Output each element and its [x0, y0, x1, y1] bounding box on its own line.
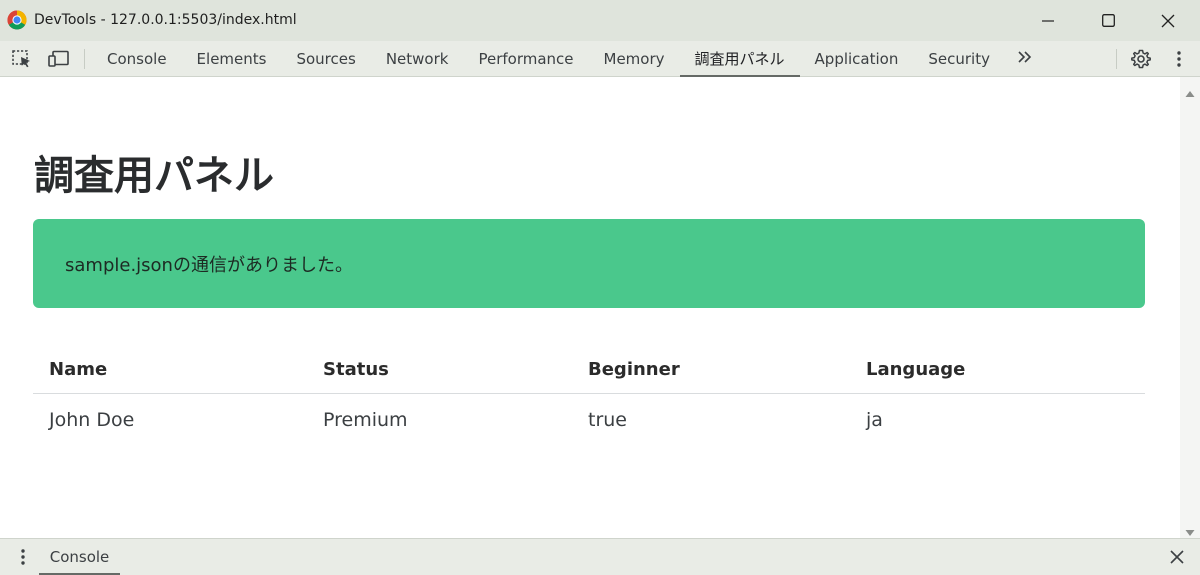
column-header-name: Name — [33, 347, 307, 394]
data-table: Name Status Beginner Language John Doe P… — [33, 347, 1145, 447]
column-header-status: Status — [307, 347, 572, 394]
page-title: 調査用パネル — [34, 153, 274, 199]
scroll-up-arrow-icon[interactable] — [1185, 83, 1195, 97]
devtools-toolbar: Console Elements Sources Network Perform… — [0, 41, 1200, 77]
close-window-button[interactable] — [1138, 0, 1198, 41]
tab-security[interactable]: Security — [913, 41, 1005, 76]
more-tabs-button[interactable] — [1011, 41, 1039, 76]
tab-sources[interactable]: Sources — [281, 41, 370, 76]
kebab-menu-icon[interactable] — [13, 547, 33, 567]
tab-performance[interactable]: Performance — [463, 41, 588, 76]
toolbar-divider — [84, 49, 85, 69]
cell-name: John Doe — [49, 409, 135, 432]
tab-elements[interactable]: Elements — [182, 41, 282, 76]
maximize-button[interactable] — [1078, 0, 1138, 41]
drawer-tab-console[interactable]: Console — [39, 539, 120, 575]
tab-network[interactable]: Network — [371, 41, 464, 76]
column-header-beginner: Beginner — [572, 347, 850, 394]
vertical-scrollbar[interactable] — [1180, 77, 1200, 538]
toolbar-divider-right — [1116, 49, 1117, 69]
bottom-drawer: Console — [0, 538, 1200, 575]
minimize-icon — [1042, 15, 1054, 27]
tab-console[interactable]: Console — [92, 41, 182, 76]
tab-application[interactable]: Application — [800, 41, 914, 76]
tab-investigation-panel[interactable]: 調査用パネル — [679, 41, 800, 77]
tab-memory[interactable]: Memory — [589, 41, 680, 76]
column-header-language: Language — [850, 347, 1145, 394]
maximize-icon — [1101, 14, 1115, 27]
investigation-panel-content: 調査用パネル sample.jsonの通信がありました。 Name Status… — [0, 77, 1180, 538]
cell-language: ja — [866, 409, 883, 432]
double-chevron-right-icon — [1017, 49, 1033, 68]
kebab-menu-icon[interactable] — [1168, 49, 1190, 69]
cell-status: Premium — [323, 409, 408, 432]
inspect-element-icon[interactable] — [11, 49, 33, 69]
minimize-button[interactable] — [1018, 0, 1078, 41]
device-toolbar-icon[interactable] — [48, 49, 70, 69]
notification-banner: sample.jsonの通信がありました。 — [33, 219, 1145, 308]
notification-text: sample.jsonの通信がありました。 — [65, 254, 353, 276]
close-icon[interactable] — [1166, 547, 1188, 567]
close-icon — [1161, 14, 1175, 28]
scroll-down-arrow-icon[interactable] — [1185, 522, 1195, 536]
table-header-row: Name Status Beginner Language — [33, 347, 1145, 394]
chrome-logo-icon — [7, 10, 27, 30]
cell-beginner: true — [588, 409, 627, 432]
panel-tabs: Console Elements Sources Network Perform… — [92, 41, 1039, 77]
window-title: DevTools - 127.0.0.1:5503/index.html — [34, 12, 297, 28]
table-row: John Doe Premium true ja — [33, 393, 1145, 447]
window-titlebar: DevTools - 127.0.0.1:5503/index.html — [0, 0, 1200, 41]
gear-icon[interactable] — [1130, 49, 1152, 69]
